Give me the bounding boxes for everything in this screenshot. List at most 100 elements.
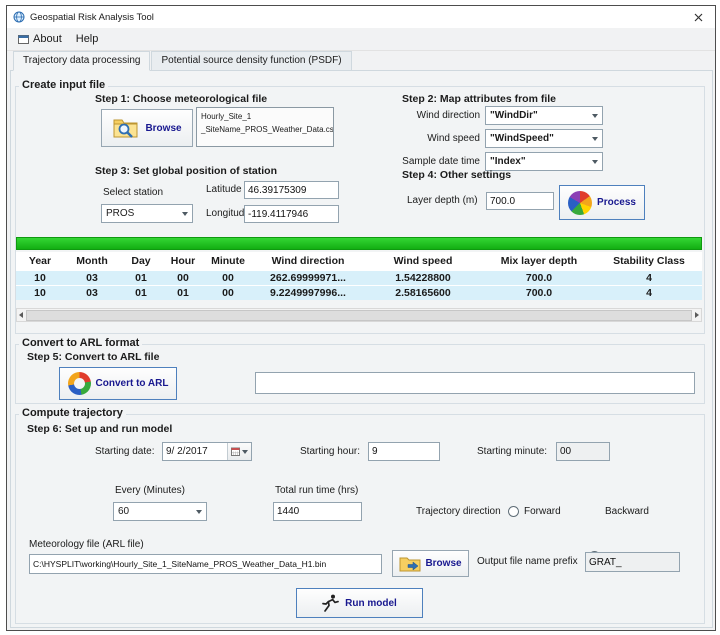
col-header-wind-direction[interactable]: Wind direction [252, 252, 364, 271]
menu-help[interactable]: Help [69, 30, 106, 48]
chevron-down-icon [196, 510, 202, 514]
total-run-time-label: Total run time (hrs) [275, 485, 358, 496]
create-input-file-title: Create input file [19, 79, 108, 91]
weather-data-table: Year Month Day Hour Minute Wind directio… [16, 252, 702, 300]
menu-about[interactable]: About [11, 30, 69, 48]
step1-title: Step 1: Choose meteorological file [95, 93, 267, 105]
scroll-left-icon[interactable] [19, 312, 23, 318]
run-model-runner-icon [322, 594, 339, 613]
cell: 10 [16, 286, 64, 301]
cell: 1.54228800 [364, 271, 482, 286]
backward-label: Backward [605, 506, 649, 517]
about-icon [18, 34, 29, 45]
starting-date-value: 9/ 2/2017 [166, 446, 208, 457]
step4-title: Step 4: Other settings [402, 169, 511, 181]
cell: 01 [162, 286, 204, 301]
run-model-button[interactable]: Run model [296, 588, 423, 618]
met-file-line2: _SiteName_PROS_Weather_Data.csv [201, 124, 329, 137]
station-value: PROS [106, 208, 134, 219]
wind-speed-label: Wind speed [392, 133, 480, 144]
cell: 01 [120, 271, 162, 286]
calendar-icon [231, 447, 240, 456]
table-row[interactable]: 10 03 01 01 00 9.2249997996... 2.5816560… [16, 286, 702, 301]
meteorology-file-label: Meteorology file (ARL file) [29, 539, 144, 550]
cell: 00 [162, 271, 204, 286]
col-header-hour[interactable]: Hour [162, 252, 204, 271]
layer-depth-input[interactable] [486, 192, 554, 210]
browse-met-file-button[interactable]: Browse [101, 109, 193, 147]
cell: 2.58165600 [364, 286, 482, 301]
wind-speed-select[interactable]: "WindSpeed" [485, 129, 603, 148]
browse-arl-file-button[interactable]: Browse [392, 550, 469, 577]
cell: 4 [596, 271, 702, 286]
tab-psdf[interactable]: Potential source density function (PSDF) [151, 51, 351, 71]
cell: 10 [16, 271, 64, 286]
chevron-down-icon [592, 160, 598, 164]
app-globe-icon [13, 11, 25, 23]
meteorology-file-input[interactable] [29, 554, 382, 574]
compute-trajectory-title: Compute trajectory [19, 407, 126, 419]
latitude-label: Latitude [206, 184, 242, 195]
sample-date-time-value: "Index" [490, 156, 526, 167]
tab-strip: Trajectory data processing Potential sou… [13, 51, 353, 71]
station-select[interactable]: PROS [101, 204, 193, 223]
scroll-right-icon[interactable] [695, 312, 699, 318]
forward-label: Forward [524, 506, 561, 517]
col-header-wind-speed[interactable]: Wind speed [364, 252, 482, 271]
progress-bar [16, 237, 702, 250]
table-horizontal-scrollbar[interactable] [16, 308, 702, 322]
close-button[interactable] [681, 6, 715, 28]
close-icon [694, 13, 703, 22]
forward-radio[interactable] [508, 506, 519, 517]
wind-direction-select[interactable]: "WindDir" [485, 106, 603, 125]
window-title: Geospatial Risk Analysis Tool [30, 12, 154, 23]
cell: 00 [204, 286, 252, 301]
convert-arl-title: Convert to ARL format [19, 337, 142, 349]
wind-direction-value: "WindDir" [490, 110, 538, 121]
step3-title: Step 3: Set global position of station [95, 165, 277, 177]
starting-minute-label: Starting minute: [477, 446, 547, 457]
cell: 9.2249997996... [252, 286, 364, 301]
col-header-stability-class[interactable]: Stability Class [596, 252, 702, 271]
cell: 4 [596, 286, 702, 301]
tab-trajectory-data-processing[interactable]: Trajectory data processing [13, 51, 150, 71]
met-file-display[interactable]: Hourly_Site_1 _SiteName_PROS_Weather_Dat… [196, 107, 334, 147]
process-button[interactable]: Process [559, 185, 645, 220]
output-prefix-input[interactable] [585, 552, 680, 572]
cell: 262.69999971... [252, 271, 364, 286]
every-minutes-select[interactable]: 60 [113, 502, 207, 521]
calendar-dropdown-button[interactable] [227, 443, 251, 460]
chevron-down-icon [182, 212, 188, 216]
longitude-input[interactable] [244, 205, 339, 223]
convert-to-arl-button[interactable]: Convert to ARL [59, 367, 177, 400]
met-file-line1: Hourly_Site_1 [201, 111, 329, 124]
folder-search-icon [112, 116, 140, 140]
cell: 03 [64, 286, 120, 301]
starting-hour-input[interactable] [368, 442, 440, 461]
step6-title: Step 6: Set up and run model [27, 423, 172, 435]
starting-minute-input[interactable] [556, 442, 610, 461]
menu-help-label: Help [76, 33, 99, 45]
every-minutes-label: Every (Minutes) [115, 485, 185, 496]
every-minutes-value: 60 [118, 506, 129, 517]
convert-progress-field [255, 372, 695, 394]
col-header-day[interactable]: Day [120, 252, 162, 271]
starting-hour-label: Starting hour: [300, 446, 360, 457]
table-row[interactable]: 10 03 01 00 00 262.69999971... 1.5422880… [16, 271, 702, 286]
col-header-minute[interactable]: Minute [204, 252, 252, 271]
convert-to-arl-label: Convert to ARL [96, 378, 169, 389]
col-header-mix-layer-depth[interactable]: Mix layer depth [482, 252, 596, 271]
col-header-month[interactable]: Month [64, 252, 120, 271]
browse-arl-label: Browse [425, 558, 461, 569]
starting-date-picker[interactable]: 9/ 2/2017 [162, 442, 252, 461]
folder-arrow-icon [399, 555, 421, 572]
title-bar: Geospatial Risk Analysis Tool [7, 6, 715, 28]
scrollbar-thumb[interactable] [26, 310, 692, 321]
col-header-year[interactable]: Year [16, 252, 64, 271]
latitude-input[interactable] [244, 181, 339, 199]
output-prefix-label: Output file name prefix [477, 556, 578, 567]
process-label: Process [597, 197, 636, 208]
trajectory-direction-label: Trajectory direction [416, 506, 501, 517]
total-run-time-input[interactable] [273, 502, 362, 521]
cell: 00 [204, 271, 252, 286]
